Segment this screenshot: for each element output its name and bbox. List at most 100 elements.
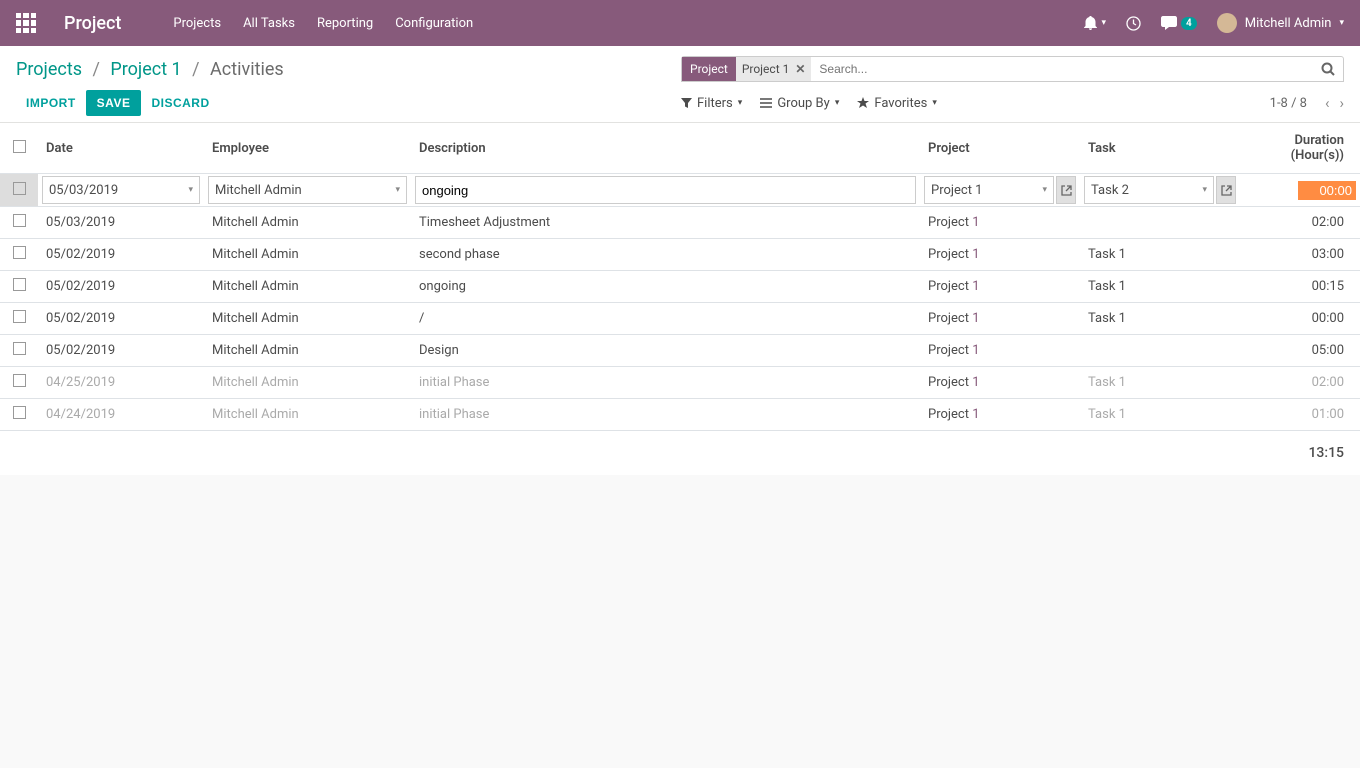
cell-employee: Mitchell Admin xyxy=(204,271,411,303)
col-employee[interactable]: Employee xyxy=(204,123,411,174)
cell-date: 05/03/2019 xyxy=(38,207,204,239)
cell-project: Project 1 xyxy=(920,367,1080,399)
cell-date: 05/02/2019 xyxy=(38,335,204,367)
table-row[interactable]: 04/25/2019Mitchell Admininitial PhasePro… xyxy=(0,367,1360,399)
control-panel: Projects / Project 1 / Activities Projec… xyxy=(0,46,1360,123)
total-duration: 13:15 xyxy=(0,431,1360,476)
search-box[interactable]: Project Project 1 ✕ xyxy=(681,56,1344,82)
nav-projects[interactable]: Projects xyxy=(173,16,221,31)
cell-project: Project 1 xyxy=(920,399,1080,431)
import-button[interactable]: IMPORT xyxy=(16,90,86,116)
table-row[interactable]: 05/02/2019Mitchell AdminongoingProject 1… xyxy=(0,271,1360,303)
project-external-link-icon[interactable] xyxy=(1056,176,1076,204)
cell-task: Task 1 xyxy=(1080,303,1240,335)
user-menu[interactable]: Mitchell Admin ▾ xyxy=(1217,13,1344,33)
cell-date: 04/24/2019 xyxy=(38,399,204,431)
facet-label: Project xyxy=(682,57,736,81)
date-input[interactable]: 05/03/2019▾ xyxy=(42,176,200,204)
select-all-checkbox[interactable] xyxy=(13,140,26,153)
cell-project: Project 1 xyxy=(920,271,1080,303)
row-checkbox[interactable] xyxy=(13,214,26,227)
col-duration[interactable]: Duration (Hour(s)) xyxy=(1240,123,1360,174)
description-input[interactable] xyxy=(415,176,916,204)
discard-button[interactable]: DISCARD xyxy=(141,90,219,116)
cell-task: Task 1 xyxy=(1080,367,1240,399)
cell-employee: Mitchell Admin xyxy=(204,207,411,239)
breadcrumb-project-1[interactable]: Project 1 xyxy=(110,59,181,80)
cell-duration: 00:15 xyxy=(1240,271,1360,303)
apps-icon[interactable] xyxy=(16,13,36,33)
nav-links: Projects All Tasks Reporting Configurati… xyxy=(173,16,1084,31)
total-row: 13:15 xyxy=(0,431,1360,476)
groupby-dropdown[interactable]: Group By ▾ xyxy=(760,96,839,111)
cell-project: Project 1 xyxy=(920,303,1080,335)
search-input[interactable] xyxy=(811,62,1313,76)
pager-next-icon[interactable]: › xyxy=(1339,94,1344,112)
cell-project: Project 1 xyxy=(920,207,1080,239)
breadcrumb-projects[interactable]: Projects xyxy=(16,59,82,80)
cell-task xyxy=(1080,207,1240,239)
col-date[interactable]: Date xyxy=(38,123,204,174)
cell-description: initial Phase xyxy=(411,367,920,399)
search-icon[interactable] xyxy=(1313,62,1343,76)
project-select[interactable]: Project 1▾ xyxy=(924,176,1054,204)
bell-icon[interactable]: ▾ xyxy=(1084,16,1106,30)
row-checkbox[interactable] xyxy=(13,182,26,195)
cell-duration: 03:00 xyxy=(1240,239,1360,271)
pager-text[interactable]: 1-8 / 8 xyxy=(1270,96,1307,111)
task-external-link-icon[interactable] xyxy=(1216,176,1236,204)
cell-task: Task 1 xyxy=(1080,239,1240,271)
nav-configuration[interactable]: Configuration xyxy=(395,16,473,31)
table-row[interactable]: 05/03/2019Mitchell AdminTimesheet Adjust… xyxy=(0,207,1360,239)
row-checkbox[interactable] xyxy=(13,310,26,323)
messages-badge: 4 xyxy=(1181,17,1197,30)
table-row[interactable]: 05/02/2019Mitchell AdminDesignProject 10… xyxy=(0,335,1360,367)
edit-row: 05/03/2019▾ Mitchell Admin▾ Project 1▾ T… xyxy=(0,174,1360,207)
breadcrumb-activities: Activities xyxy=(210,59,284,80)
table-row[interactable]: 05/02/2019Mitchell Admin/Project 1Task 1… xyxy=(0,303,1360,335)
user-name: Mitchell Admin xyxy=(1245,16,1332,31)
messages-icon[interactable]: 4 xyxy=(1161,16,1197,30)
cell-description: Design xyxy=(411,335,920,367)
cell-employee: Mitchell Admin xyxy=(204,399,411,431)
cell-description: ongoing xyxy=(411,271,920,303)
cell-duration: 02:00 xyxy=(1240,367,1360,399)
cell-duration: 05:00 xyxy=(1240,335,1360,367)
filters-dropdown[interactable]: Filters ▾ xyxy=(681,96,742,111)
nav-all-tasks[interactable]: All Tasks xyxy=(243,16,295,31)
task-select[interactable]: Task 2▾ xyxy=(1084,176,1214,204)
cell-duration: 00:00 xyxy=(1240,303,1360,335)
col-description[interactable]: Description xyxy=(411,123,920,174)
cell-description: Timesheet Adjustment xyxy=(411,207,920,239)
breadcrumb: Projects / Project 1 / Activities xyxy=(16,59,681,80)
col-project[interactable]: Project xyxy=(920,123,1080,174)
row-checkbox[interactable] xyxy=(13,374,26,387)
filters-label: Filters xyxy=(697,96,733,111)
row-checkbox[interactable] xyxy=(13,342,26,355)
cell-description: second phase xyxy=(411,239,920,271)
cell-project: Project 1 xyxy=(920,335,1080,367)
cell-employee: Mitchell Admin xyxy=(204,367,411,399)
cell-description: initial Phase xyxy=(411,399,920,431)
cell-date: 05/02/2019 xyxy=(38,303,204,335)
col-task[interactable]: Task xyxy=(1080,123,1240,174)
pager-prev-icon[interactable]: ‹ xyxy=(1325,94,1330,112)
save-button[interactable]: SAVE xyxy=(86,90,142,116)
facet-remove-icon[interactable]: ✕ xyxy=(795,62,805,76)
table-row[interactable]: 04/24/2019Mitchell Admininitial PhasePro… xyxy=(0,399,1360,431)
topbar-right: ▾ 4 Mitchell Admin ▾ xyxy=(1084,13,1344,33)
cell-task: Task 1 xyxy=(1080,399,1240,431)
table-row[interactable]: 05/02/2019Mitchell Adminsecond phaseProj… xyxy=(0,239,1360,271)
row-checkbox[interactable] xyxy=(13,278,26,291)
cell-date: 05/02/2019 xyxy=(38,239,204,271)
favorites-dropdown[interactable]: Favorites ▾ xyxy=(857,96,937,111)
avatar xyxy=(1217,13,1237,33)
cell-employee: Mitchell Admin xyxy=(204,239,411,271)
row-checkbox[interactable] xyxy=(13,406,26,419)
cell-date: 04/25/2019 xyxy=(38,367,204,399)
duration-input[interactable] xyxy=(1298,181,1356,200)
employee-select[interactable]: Mitchell Admin▾ xyxy=(208,176,407,204)
clock-icon[interactable] xyxy=(1126,16,1141,31)
row-checkbox[interactable] xyxy=(13,246,26,259)
nav-reporting[interactable]: Reporting xyxy=(317,16,373,31)
